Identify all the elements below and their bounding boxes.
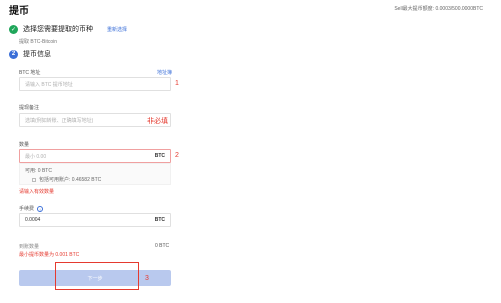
amount-error: 请输入有效数量 bbox=[19, 189, 55, 195]
fee-unit: BTC bbox=[154, 217, 165, 223]
amount-input[interactable]: 最小 0.00 BTC bbox=[19, 149, 171, 163]
fee-label-row: 手续费 i bbox=[19, 205, 44, 212]
step2-title: 提币信息 bbox=[23, 51, 51, 58]
address-input[interactable]: 请输入 BTC 提币地址 bbox=[19, 77, 171, 91]
min-withdraw-note: 最小提币数量为 0.001 BTC bbox=[19, 252, 80, 258]
info-icon[interactable]: i bbox=[37, 205, 44, 212]
arrive-value: 0 BTC bbox=[155, 243, 170, 249]
annotation-1: 1 bbox=[175, 80, 179, 87]
memo-placeholder: 选填(例如转账、正确填写地址) bbox=[25, 117, 94, 124]
memo-label: 提现备注 bbox=[19, 105, 40, 111]
fee-value: 0.0004 bbox=[25, 217, 41, 223]
withdraw-limit-text: Sell最大提币额度: 0.0003/500.0000BTC bbox=[394, 6, 483, 12]
step-withdraw-info: 2 提币信息 bbox=[9, 49, 51, 59]
fee-label: 手续费 bbox=[19, 206, 35, 212]
amount-unit: BTC bbox=[154, 153, 165, 159]
check-circle-icon: ✓ bbox=[9, 24, 18, 34]
annotation-3: 3 bbox=[145, 275, 149, 282]
step-number-icon: 2 bbox=[9, 49, 18, 59]
amount-label: 数量 bbox=[19, 142, 30, 148]
step-select-coin: ✓ 选择您需要提取的币种 重新选择 bbox=[9, 24, 127, 34]
page-title: 提币 bbox=[9, 6, 29, 17]
reselect-link[interactable]: 重新选择 bbox=[107, 26, 127, 33]
annotation-optional: 非必填 bbox=[147, 118, 168, 125]
arrive-label: 到账数量 bbox=[19, 244, 40, 250]
selected-coin-text: 提取 BTC-Bitcoin bbox=[19, 39, 58, 45]
include-frozen-text: 包括可用账户: 0.46582 BTC bbox=[39, 177, 102, 183]
annotation-2: 2 bbox=[175, 152, 179, 159]
address-label: BTC 地址 bbox=[19, 70, 41, 76]
address-placeholder: 请输入 BTC 提币地址 bbox=[25, 81, 73, 88]
available-panel: 可用: 0 BTC 包括可用账户: 0.46582 BTC bbox=[19, 163, 171, 185]
step1-title: 选择您需要提取的币种 bbox=[23, 26, 93, 33]
include-checkbox[interactable] bbox=[32, 177, 36, 182]
fee-input[interactable]: 0.0004 BTC bbox=[19, 213, 171, 227]
address-book-link[interactable]: 地址簿 bbox=[157, 69, 172, 76]
amount-placeholder: 最小 0.00 bbox=[25, 153, 47, 160]
include-frozen-row[interactable]: 包括可用账户: 0.46582 BTC bbox=[32, 176, 101, 183]
available-balance: 可用: 0 BTC bbox=[25, 168, 52, 174]
highlight-box bbox=[55, 262, 139, 290]
